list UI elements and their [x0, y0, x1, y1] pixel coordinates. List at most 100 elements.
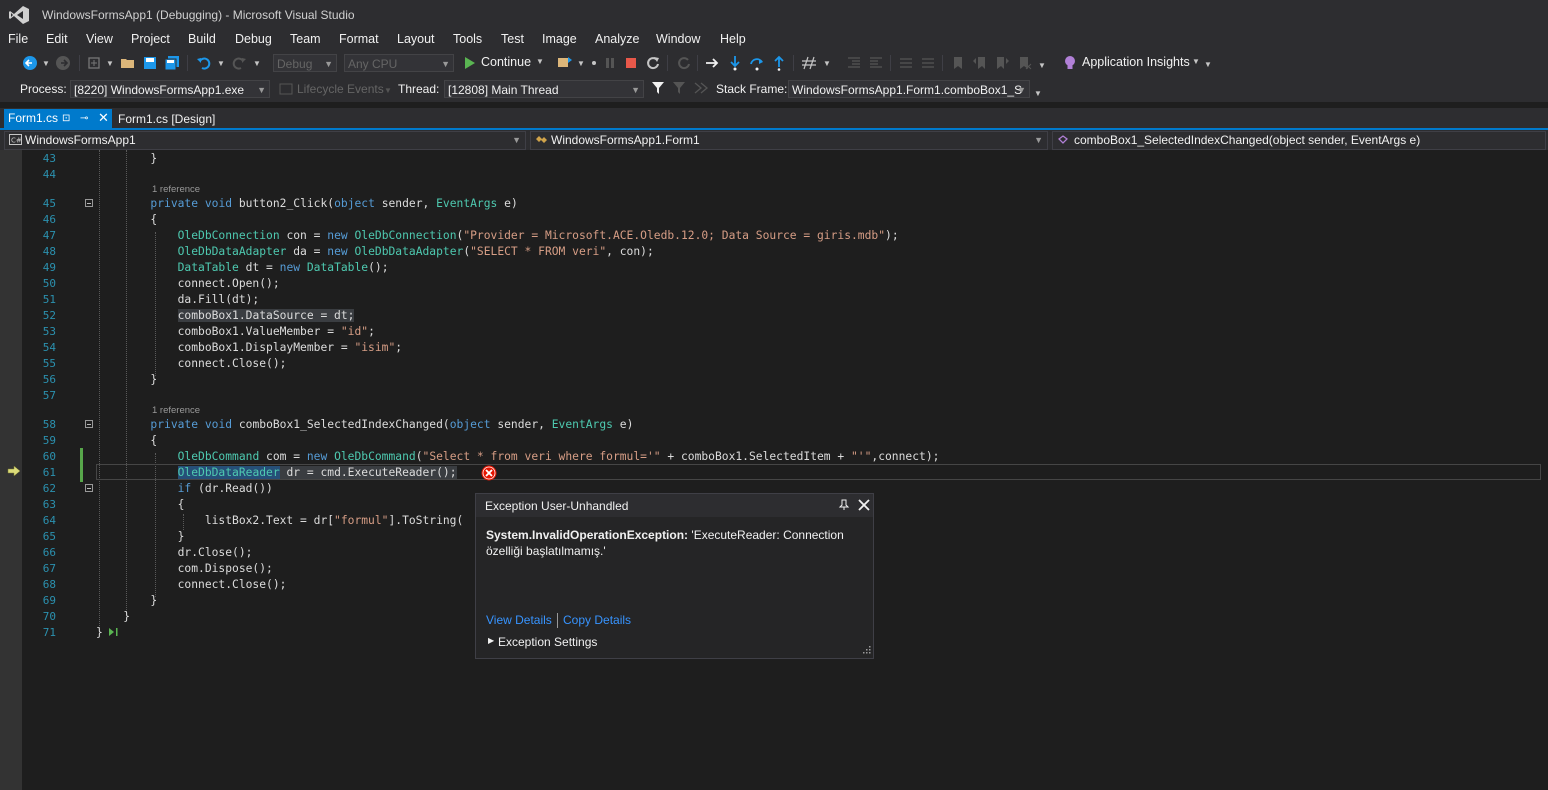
resize-grip-icon[interactable] — [861, 646, 871, 656]
menu-window[interactable]: Window — [656, 32, 700, 46]
collapse-icon[interactable] — [85, 484, 93, 492]
redo-icon[interactable] — [231, 55, 247, 71]
codelens-references[interactable]: 1 reference — [152, 184, 200, 195]
process-select[interactable]: [8220] WindowsFormsApp1.exe ▼ — [70, 80, 270, 98]
code-line[interactable]: private void comboBox1_SelectedIndexChan… — [96, 418, 633, 431]
next-bookmark-icon[interactable] — [994, 55, 1010, 71]
toolbar-overflow-icon[interactable]: ▼ — [1038, 58, 1046, 74]
code-line[interactable]: listBox2.Text = dr["formul"].ToString( — [96, 514, 463, 527]
indent-icon[interactable] — [868, 55, 884, 71]
code-line[interactable]: OleDbConnection con = new OleDbConnectio… — [96, 229, 899, 242]
vertical-scrollbar[interactable] — [1542, 150, 1548, 790]
show-next-statement-icon[interactable] — [704, 55, 720, 71]
step-over-icon[interactable] — [749, 55, 765, 71]
code-line[interactable]: } — [96, 152, 157, 165]
hot-reload-icon[interactable] — [557, 55, 573, 71]
menu-layout[interactable]: Layout — [397, 32, 435, 46]
step-out-icon[interactable] — [771, 55, 787, 71]
stop-debugging-icon[interactable] — [623, 55, 639, 71]
show-threads-icon[interactable] — [693, 81, 709, 95]
code-line[interactable]: comboBox1.DisplayMember = "isim"; — [96, 341, 402, 354]
menu-format[interactable]: Format — [339, 32, 379, 46]
continue-button[interactable]: Continue ▼ — [462, 54, 546, 72]
code-line[interactable]: dr.Close(); — [96, 546, 253, 559]
member-select[interactable]: comboBox1_SelectedIndexChanged(object se… — [1052, 131, 1546, 150]
code-line[interactable]: OleDbDataReader dr = cmd.ExecuteReader()… — [96, 466, 457, 479]
forward-icon[interactable] — [55, 55, 71, 71]
menu-debug[interactable]: Debug — [235, 32, 272, 46]
toolbar-overflow-icon[interactable]: ▼ — [1034, 86, 1042, 102]
menu-build[interactable]: Build — [188, 32, 216, 46]
code-line[interactable]: } — [96, 594, 157, 607]
thread-select[interactable]: [12808] Main Thread ▼ — [444, 80, 644, 98]
filter-icon[interactable] — [651, 81, 665, 95]
close-icon[interactable] — [857, 498, 871, 512]
collapse-icon[interactable] — [85, 420, 93, 428]
code-line[interactable]: com.Dispose(); — [96, 562, 273, 575]
view-details-link[interactable]: View Details — [486, 613, 552, 627]
project-select[interactable]: C# WindowsFormsApp1 ▼ — [4, 131, 526, 150]
menu-analyze[interactable]: Analyze — [595, 32, 639, 46]
class-select[interactable]: WindowsFormsApp1.Form1 ▼ — [530, 131, 1048, 150]
bookmark-icon[interactable] — [950, 55, 966, 71]
code-line[interactable]: comboBox1.DataSource = dt; — [96, 309, 355, 322]
code-line[interactable]: connect.Close(); — [96, 357, 287, 370]
code-line[interactable]: connect.Open(); — [96, 277, 280, 290]
code-line[interactable]: OleDbCommand com = new OleDbCommand("Sel… — [96, 450, 940, 463]
codelens-references[interactable]: 1 reference — [152, 405, 200, 416]
lifecycle-dropdown-icon[interactable]: ▼ — [384, 83, 392, 99]
menu-view[interactable]: View — [86, 32, 113, 46]
code-line[interactable]: if (dr.Read()) — [96, 482, 273, 495]
clear-bookmarks-icon[interactable] — [1016, 55, 1032, 71]
outdent-icon[interactable] — [846, 55, 862, 71]
code-line[interactable]: { — [96, 434, 157, 447]
hex-dropdown-icon[interactable]: ▼ — [823, 56, 831, 72]
back-dropdown-icon[interactable]: ▼ — [42, 56, 50, 72]
menu-test[interactable]: Test — [501, 32, 524, 46]
menu-file[interactable]: File — [8, 32, 28, 46]
attach-icon[interactable] — [586, 55, 602, 71]
error-icon[interactable] — [481, 465, 497, 481]
refresh-icon[interactable] — [676, 55, 692, 71]
save-all-icon[interactable] — [164, 55, 180, 71]
menu-tools[interactable]: Tools — [453, 32, 482, 46]
close-icon[interactable]: ✕ — [98, 108, 109, 127]
back-icon[interactable] — [22, 55, 38, 71]
menu-project[interactable]: Project — [131, 32, 170, 46]
pin-icon[interactable]: ⊸ — [80, 109, 88, 128]
menu-team[interactable]: Team — [290, 32, 321, 46]
comment-icon[interactable] — [898, 55, 914, 71]
hex-display-icon[interactable] — [801, 55, 817, 71]
hot-reload-dropdown-icon[interactable]: ▼ — [577, 56, 585, 72]
undo-dropdown-icon[interactable]: ▼ — [217, 56, 225, 72]
copy-details-link[interactable]: Copy Details — [563, 613, 631, 627]
code-line[interactable]: DataTable dt = new DataTable(); — [96, 261, 389, 274]
code-line[interactable]: { — [96, 498, 185, 511]
code-line[interactable]: private void button2_Click(object sender… — [96, 197, 517, 210]
previous-bookmark-icon[interactable] — [972, 55, 988, 71]
code-line[interactable]: } — [96, 610, 130, 623]
preview-pin-icon[interactable]: ⊡ — [62, 109, 70, 128]
application-insights-button[interactable]: Application Insights ▼ ▼ — [1062, 54, 1212, 72]
restart-icon[interactable] — [645, 55, 661, 71]
tab-form1-cs[interactable]: Form1.cs ⊡ ⊸ ✕ — [4, 109, 112, 128]
stack-frame-select[interactable]: WindowsFormsApp1.Form1.comboBox1_S ▼ — [788, 80, 1030, 98]
menu-edit[interactable]: Edit — [46, 32, 68, 46]
code-line[interactable]: { — [96, 213, 157, 226]
code-line[interactable]: comboBox1.ValueMember = "id"; — [96, 325, 375, 338]
exception-settings-toggle[interactable]: ▶ Exception Settings — [488, 635, 628, 651]
code-line[interactable]: da.Fill(dt); — [96, 293, 260, 306]
step-into-icon[interactable] — [727, 55, 743, 71]
solution-platform-select[interactable]: Any CPU ▼ — [344, 54, 454, 72]
break-all-icon[interactable] — [602, 55, 618, 71]
solution-configuration-select[interactable]: Debug ▼ — [273, 54, 337, 72]
menu-image[interactable]: Image — [542, 32, 577, 46]
new-dropdown-icon[interactable]: ▼ — [106, 56, 114, 72]
collapse-icon[interactable] — [85, 199, 93, 207]
tab-form1-design[interactable]: Form1.cs [Design] — [118, 110, 215, 128]
open-file-icon[interactable] — [120, 55, 136, 71]
pin-icon[interactable] — [838, 499, 850, 511]
new-project-icon[interactable] — [86, 55, 102, 71]
lifecycle-events-label[interactable]: Lifecycle Events — [297, 82, 384, 96]
run-to-click-icon[interactable] — [108, 627, 120, 637]
